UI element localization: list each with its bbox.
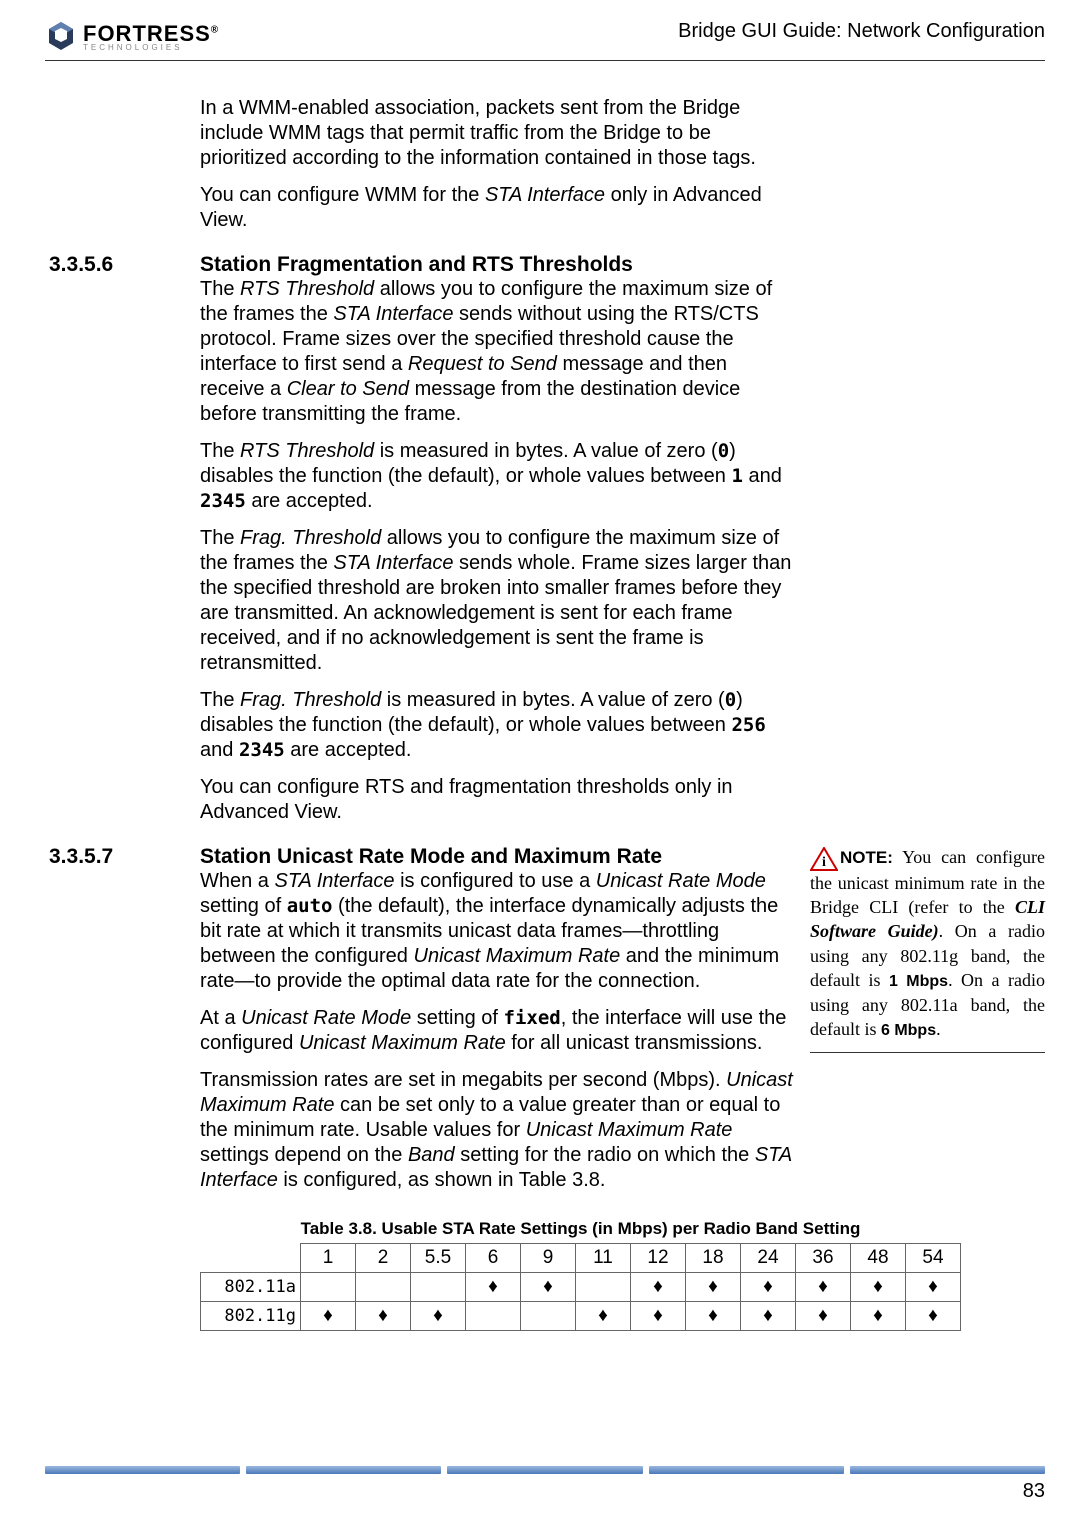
col-header: 2 [356,1244,411,1273]
body-text: The Frag. Threshold is measured in bytes… [200,688,795,763]
table-cell: ♦ [411,1302,466,1331]
body-text: You can configure RTS and fragmentation … [200,775,795,825]
col-header: 24 [741,1244,796,1273]
col-header: 1 [301,1244,356,1273]
table-cell: ♦ [356,1302,411,1331]
table-cell: ♦ [576,1302,631,1331]
footer-decorative-bar [45,1466,1045,1474]
svg-text:i: i [822,855,826,870]
body-text: At a Unicast Rate Mode setting of fixed,… [200,1006,795,1056]
col-header: 12 [631,1244,686,1273]
table-cell [411,1273,466,1302]
body-text: The RTS Threshold is measured in bytes. … [200,439,795,514]
section-number: 3.3.5.6 [45,253,200,277]
table-cell: ♦ [741,1302,796,1331]
col-header: 9 [521,1244,576,1273]
table-cell [301,1273,356,1302]
col-header: 54 [906,1244,961,1273]
row-header: 802.11g [201,1302,301,1331]
page-title: Bridge GUI Guide: Network Configuration [678,20,1045,43]
page-header: FORTRESS® TECHNOLOGIES Bridge GUI Guide:… [45,20,1045,61]
body-text: Transmission rates are set in megabits p… [200,1068,795,1193]
table-cell: ♦ [851,1302,906,1331]
col-header: 6 [466,1244,521,1273]
table-row: 802.11a ♦ ♦ ♦ ♦ ♦ ♦ ♦ ♦ [201,1273,961,1302]
table-cell: ♦ [686,1302,741,1331]
table-header-row: 1 2 5.5 6 9 11 12 18 24 36 48 54 [201,1244,961,1273]
table-cell: ♦ [906,1273,961,1302]
section-heading: Station Fragmentation and RTS Thresholds [200,253,795,277]
table-caption: Table 3.8. Usable STA Rate Settings (in … [200,1219,961,1239]
table-cell: ♦ [301,1302,356,1331]
body-text: You can configure WMM for the STA Interf… [200,183,795,233]
fortress-logo-icon [45,20,77,52]
table-cell: ♦ [631,1302,686,1331]
col-header: 5.5 [411,1244,466,1273]
logo: FORTRESS® TECHNOLOGIES [45,20,219,52]
table-cell: ♦ [851,1273,906,1302]
table-cell: ♦ [906,1302,961,1331]
table-cell: ♦ [466,1273,521,1302]
col-header: 18 [686,1244,741,1273]
table-cell: ♦ [686,1273,741,1302]
table-cell: ♦ [521,1273,576,1302]
section-number: 3.3.5.7 [45,845,200,869]
note-callout: i NOTE: You can configure the unicast mi… [810,845,1045,1053]
col-header: 48 [851,1244,906,1273]
table-cell [521,1302,576,1331]
row-header: 802.11a [201,1273,301,1302]
body-text: The RTS Threshold allows you to configur… [200,277,795,427]
col-header: 36 [796,1244,851,1273]
page-footer: 83 [45,1466,1045,1503]
section-heading: Station Unicast Rate Mode and Maximum Ra… [200,845,795,869]
col-header: 11 [576,1244,631,1273]
table-cell: ♦ [796,1302,851,1331]
body-text: In a WMM-enabled association, packets se… [200,96,795,171]
table-cell: ♦ [631,1273,686,1302]
warning-info-icon: i [810,847,838,871]
table-cell [356,1273,411,1302]
table-cell [466,1302,521,1331]
table-cell [576,1273,631,1302]
table-cell: ♦ [741,1273,796,1302]
table-cell: ♦ [796,1273,851,1302]
table-row: 802.11g ♦ ♦ ♦ ♦ ♦ ♦ ♦ ♦ ♦ ♦ [201,1302,961,1331]
rate-settings-table: 1 2 5.5 6 9 11 12 18 24 36 48 54 802.11a… [200,1243,961,1331]
body-text: When a STA Interface is configured to us… [200,869,795,994]
body-text: The Frag. Threshold allows you to config… [200,526,795,676]
page-number: 83 [45,1480,1045,1503]
